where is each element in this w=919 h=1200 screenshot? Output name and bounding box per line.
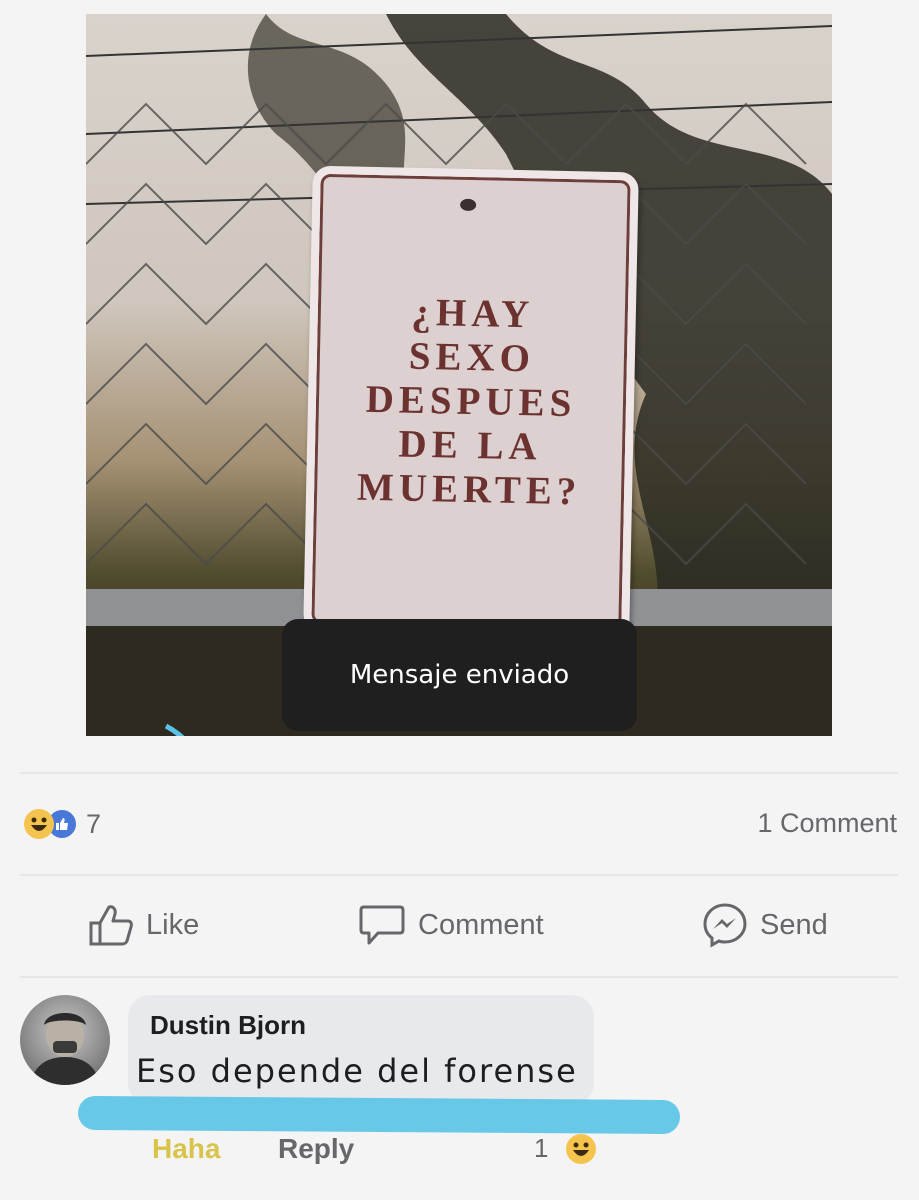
comments-count[interactable]: 1 Comment: [757, 808, 897, 839]
haha-icon: [24, 809, 54, 839]
send-label: Send: [760, 908, 828, 941]
like-button[interactable]: Like: [88, 900, 199, 950]
messenger-icon: [703, 903, 747, 948]
thumbs-up-icon: [89, 905, 133, 946]
reactions-summary[interactable]: 7: [24, 808, 101, 840]
like-label: Like: [146, 908, 200, 941]
comment-author[interactable]: Dustin Bjorn: [150, 1010, 306, 1041]
divider: [20, 976, 898, 978]
reaction-count: 7: [86, 808, 102, 839]
haha-reaction-link[interactable]: Haha: [152, 1133, 220, 1165]
haha-icon: [566, 1134, 596, 1164]
send-button[interactable]: Send: [702, 900, 828, 950]
avatar[interactable]: [20, 995, 110, 1085]
sign: ¿HAY SEXO DESPUES DE LA MUERTE?: [303, 165, 639, 639]
sign-hole: [460, 198, 477, 212]
divider: [20, 772, 898, 774]
avatar-image: [30, 1013, 100, 1085]
toast-message: Mensaje enviado: [282, 619, 637, 731]
comment-text: Eso depende del forense: [136, 1052, 578, 1090]
divider: [20, 874, 898, 876]
comment-reaction-count: 1: [534, 1133, 549, 1163]
reply-link[interactable]: Reply: [278, 1133, 354, 1165]
comment-label: Comment: [418, 908, 544, 941]
comment-button[interactable]: Comment: [358, 900, 544, 950]
sign-text: ¿HAY SEXO DESPUES DE LA MUERTE?: [356, 290, 582, 514]
comment-icon: [359, 905, 405, 945]
highlight-scribble: [77, 1095, 681, 1135]
